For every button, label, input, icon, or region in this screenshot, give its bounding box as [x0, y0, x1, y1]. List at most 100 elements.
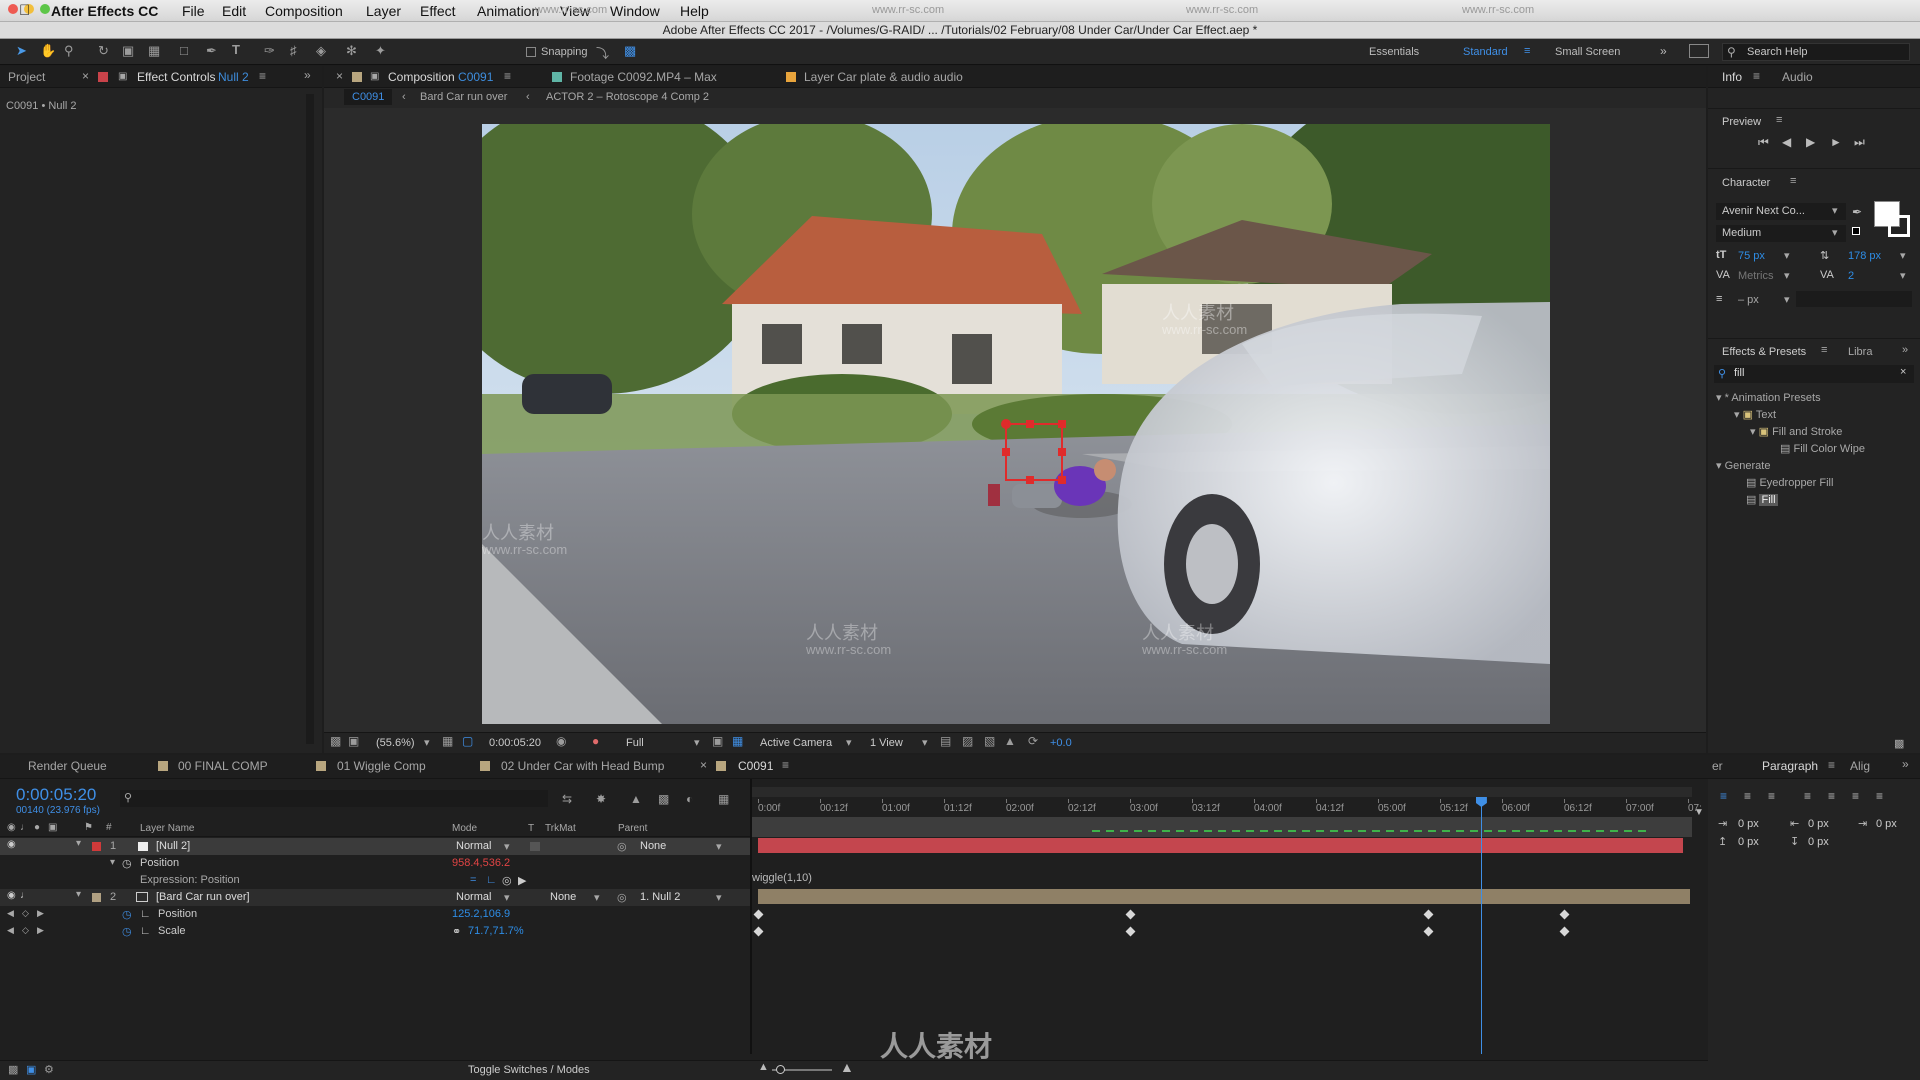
layer-row-null[interactable]: ◉ ▾ 1 [Null 2] Normal ▾ ◎ None ▾	[0, 838, 750, 855]
tab-clipped[interactable]: er	[1712, 759, 1723, 773]
keyframe[interactable]	[1125, 926, 1136, 937]
workspace-small-screen[interactable]: Small Screen	[1555, 46, 1620, 58]
disclosure-triangle-icon[interactable]: ▾	[110, 857, 115, 868]
panel-menu-icon[interactable]: ≡	[1776, 114, 1782, 126]
zoom-tool-icon[interactable]: ⚲	[64, 43, 74, 59]
viewer-menu-icon[interactable]: ≡	[504, 69, 511, 83]
workspace-menu-icon[interactable]: ≡	[1524, 45, 1530, 57]
app-menu[interactable]: After Effects CC	[51, 3, 158, 19]
color-channel-icon[interactable]: ●	[592, 734, 599, 748]
transparency-grid-icon[interactable]: ▦	[732, 734, 743, 748]
property-value[interactable]: 71.7,71.7%	[468, 925, 524, 937]
expression-pickwhip-icon[interactable]: ◎	[502, 874, 512, 887]
always-preview-icon[interactable]: ▩	[330, 734, 341, 748]
clear-search-icon[interactable]: ×	[1900, 366, 1906, 378]
space-after-value[interactable]: 0 px	[1808, 836, 1829, 848]
keyframe[interactable]	[1423, 909, 1434, 920]
panel-menu-icon[interactable]: ≡	[782, 758, 789, 772]
parent-select[interactable]: None	[640, 840, 666, 852]
tab-effect-controls[interactable]: Effect Controls	[137, 70, 215, 84]
eye-icon[interactable]: ◉	[7, 839, 16, 850]
expand-panels-icon[interactable]: »	[304, 68, 311, 82]
blend-mode-select[interactable]: Normal	[456, 891, 491, 903]
toggle-switches-modes[interactable]: Toggle Switches / Modes	[468, 1064, 590, 1076]
layer-label-color[interactable]	[92, 842, 101, 851]
shy-layers-icon[interactable]: ▲	[630, 792, 642, 806]
indent-left-value[interactable]: 0 px	[1738, 818, 1759, 830]
first-line-indent-value[interactable]: 0 px	[1876, 818, 1897, 830]
null-layer-bar[interactable]	[758, 838, 1683, 853]
zoom-slider-handle[interactable]	[776, 1065, 785, 1074]
first-frame-icon[interactable]: ⏮	[1758, 135, 1769, 150]
next-keyframe-icon[interactable]: ▶	[37, 908, 44, 919]
view-layout-select[interactable]: 1 View	[870, 737, 903, 749]
menu-layer[interactable]: Layer	[366, 3, 401, 19]
panel-menu-icon[interactable]: ≡	[1790, 175, 1796, 187]
constrain-proportions-icon[interactable]: ⚭	[452, 925, 461, 938]
new-folder-icon[interactable]: ▩	[1894, 737, 1904, 750]
layer-name[interactable]: [Null 2]	[156, 840, 190, 852]
snap-option-icon[interactable]: ⤵	[596, 43, 609, 62]
keyframe[interactable]	[1423, 926, 1434, 937]
comp-marker-bin-icon[interactable]: ▼	[1694, 807, 1704, 818]
motion-blur-icon[interactable]: ◐	[686, 792, 693, 806]
chevron-down-icon[interactable]: ▾	[922, 736, 928, 749]
breadcrumb-actor[interactable]: ACTOR 2 – Rotoscope 4 Comp 2	[546, 91, 709, 103]
snapping-checkbox[interactable]	[526, 47, 536, 57]
expression-language-menu-icon[interactable]: ▶	[518, 874, 526, 887]
menu-effect[interactable]: Effect	[420, 3, 456, 19]
type-tool-icon[interactable]: T	[232, 42, 240, 57]
previous-frame-icon[interactable]: ◀	[1782, 135, 1791, 149]
align-left-icon[interactable]: ≡	[1720, 789, 1727, 803]
search-help-field[interactable]: ⚲ Search Help	[1722, 43, 1910, 61]
stroke-color-swatch[interactable]	[1888, 215, 1910, 237]
graph-editor-icon[interactable]: ▦	[718, 792, 729, 806]
monitor-icon[interactable]: ▣	[348, 734, 359, 748]
tab-info[interactable]: Info	[1722, 70, 1742, 84]
apple-menu-icon[interactable]: 	[19, 2, 30, 19]
font-family-select[interactable]: Avenir Next Co... ▾	[1716, 203, 1846, 220]
puppet-tool-icon[interactable]: ✦	[375, 43, 386, 59]
layer-name[interactable]: [Bard Car run over]	[156, 891, 250, 903]
chevron-down-icon[interactable]: ▾	[1784, 249, 1790, 262]
font-size-value[interactable]: 75 px	[1738, 250, 1765, 262]
more-workspaces-icon[interactable]: »	[1660, 44, 1667, 58]
tree-item[interactable]: ▤ Fill Color Wipe	[1780, 442, 1865, 455]
exposure-value[interactable]: +0.0	[1050, 737, 1072, 749]
workspace-standard[interactable]: Standard	[1463, 46, 1508, 58]
current-time-display[interactable]: 0:00:05:20	[16, 785, 96, 805]
chevron-down-icon[interactable]: ▾	[846, 736, 852, 749]
roto-brush-tool-icon[interactable]: ✻	[346, 43, 357, 59]
indent-right-value[interactable]: 0 px	[1808, 818, 1829, 830]
window-zoom-button[interactable]	[40, 4, 50, 14]
tab-render-queue[interactable]: Render Queue	[28, 759, 107, 773]
align-center-icon[interactable]: ≡	[1744, 789, 1751, 803]
snapshot-camera-icon[interactable]: ◉	[556, 734, 566, 748]
chevron-down-icon[interactable]: ▾	[594, 891, 600, 904]
lock-icon[interactable]: ▣	[370, 71, 379, 82]
pen-tool-icon[interactable]: ✒	[206, 43, 217, 59]
breadcrumb-bard-car[interactable]: Bard Car run over	[420, 91, 507, 103]
viewer-timecode[interactable]: 0:00:05:20	[489, 737, 541, 749]
tab-project[interactable]: Project	[8, 70, 45, 84]
eraser-tool-icon[interactable]: ◈	[316, 43, 326, 59]
tree-item[interactable]: ▾ * Animation Presets	[1716, 391, 1821, 404]
zoom-level[interactable]: (55.6%)	[376, 737, 415, 749]
align-right-icon[interactable]: ≡	[1768, 789, 1775, 803]
menu-file[interactable]: File	[182, 3, 205, 19]
tree-item[interactable]: ▾ ▣ Text	[1734, 408, 1776, 421]
disclosure-triangle-icon[interactable]: ▾	[76, 838, 81, 849]
expand-panels-icon[interactable]: »	[1902, 757, 1909, 771]
tracking-value[interactable]: 2	[1848, 270, 1854, 282]
menu-composition[interactable]: Composition	[265, 3, 343, 19]
rotate-tool-icon[interactable]: ↻	[98, 43, 109, 59]
justify-right-icon[interactable]: ≡	[1852, 789, 1859, 803]
draft-3d-icon[interactable]: ✸	[596, 792, 606, 806]
eye-icon[interactable]: ◉	[7, 890, 16, 901]
time-graph[interactable]: 0:00f 00:12f 01:00f 01:12f 02:00f 02:12f 03:00…	[752, 779, 1702, 1054]
menu-edit[interactable]: Edit	[222, 3, 246, 19]
hand-tool-icon[interactable]: ✋	[40, 43, 56, 59]
layer-search-field[interactable]: ⚲	[120, 790, 548, 807]
eyedropper-icon[interactable]: ✒	[1852, 205, 1862, 219]
panel-menu-icon[interactable]: ≡	[1821, 344, 1827, 356]
